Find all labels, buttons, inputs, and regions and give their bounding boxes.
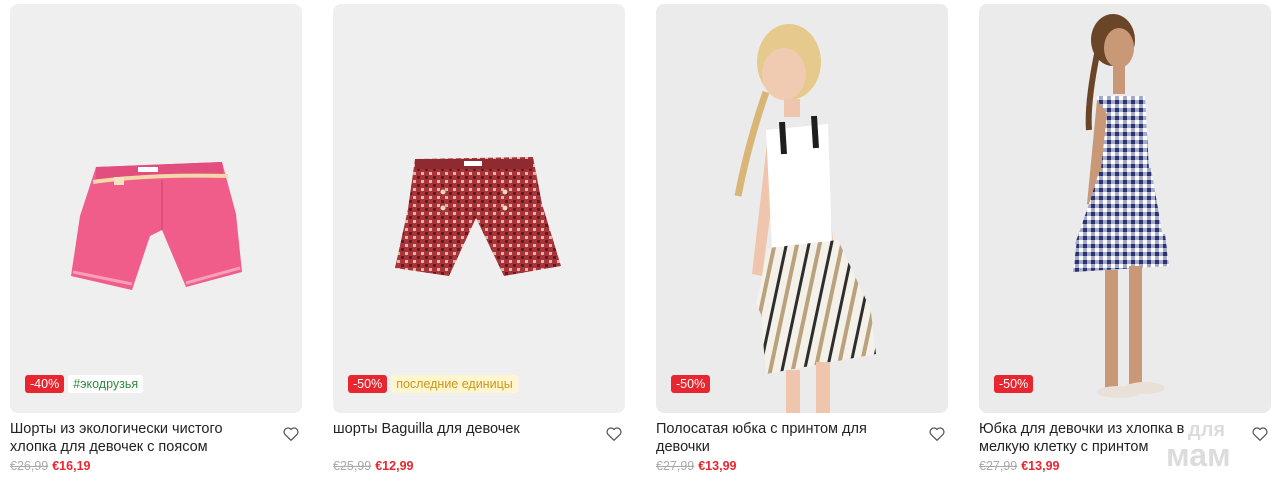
discount-badge: -40%: [25, 375, 65, 393]
old-price: €27,99: [979, 459, 1018, 473]
sale-price: €13,99: [1021, 459, 1060, 473]
last-units-badge: последние единицы: [391, 375, 518, 393]
product-image[interactable]: [10, 4, 302, 413]
product-card[interactable]: -50% Полосатая юбка с принтом для девочк…: [656, 4, 948, 480]
discount-badge: -50%: [994, 375, 1034, 393]
pink-shorts-image: [71, 162, 242, 290]
badge-row: -50%: [671, 375, 711, 393]
product-title[interactable]: Шорты из экологически чистого хлопка для…: [10, 420, 265, 456]
product-title[interactable]: Полосатая юбка с принтом для девочки: [656, 420, 911, 456]
badge-row: -40% #экодрузья: [25, 375, 144, 393]
badge-row: -50%: [994, 375, 1034, 393]
price-row: €25,99 €12,99: [333, 458, 413, 474]
sale-price: €12,99: [375, 459, 414, 473]
old-price: €27,99: [656, 459, 695, 473]
price-row: €26,99 €16,19: [10, 458, 90, 474]
old-price: €26,99: [10, 459, 49, 473]
product-card[interactable]: -50% последние единицы шорты Baguilla дл…: [333, 4, 625, 480]
price-row: €27,99 €13,99: [979, 458, 1059, 474]
eco-tag-badge: #экодрузья: [68, 375, 144, 393]
discount-badge: -50%: [348, 375, 388, 393]
price-row: €27,99 €13,99: [656, 458, 736, 474]
product-card[interactable]: -40% #экодрузья Шорты из экологически чи…: [10, 4, 302, 480]
product-image[interactable]: [979, 4, 1271, 413]
heart-outline-icon[interactable]: [928, 425, 946, 443]
discount-badge: -50%: [671, 375, 711, 393]
sale-price: €16,19: [52, 459, 91, 473]
badge-row: -50% последние единицы: [348, 375, 518, 393]
watermark-bottom: мам: [1166, 437, 1231, 470]
watermark-logo: для мам: [1166, 419, 1231, 470]
product-image[interactable]: [656, 4, 948, 413]
product-title[interactable]: шорты Baguilla для девочек: [333, 420, 588, 438]
heart-outline-icon[interactable]: [282, 425, 300, 443]
sale-price: €13,99: [698, 459, 737, 473]
product-grid: -40% #экодрузья Шорты из экологически чи…: [10, 4, 1272, 480]
old-price: €25,99: [333, 459, 372, 473]
girl-gingham-skirt-image: [1073, 14, 1169, 398]
product-image[interactable]: [333, 4, 625, 413]
product-card[interactable]: -50% Юбка для девочки из хлопка в мелкую…: [979, 4, 1271, 480]
girl-striped-skirt-image: [734, 24, 876, 413]
red-tweed-shorts-image: [395, 157, 561, 276]
heart-outline-icon[interactable]: [605, 425, 623, 443]
